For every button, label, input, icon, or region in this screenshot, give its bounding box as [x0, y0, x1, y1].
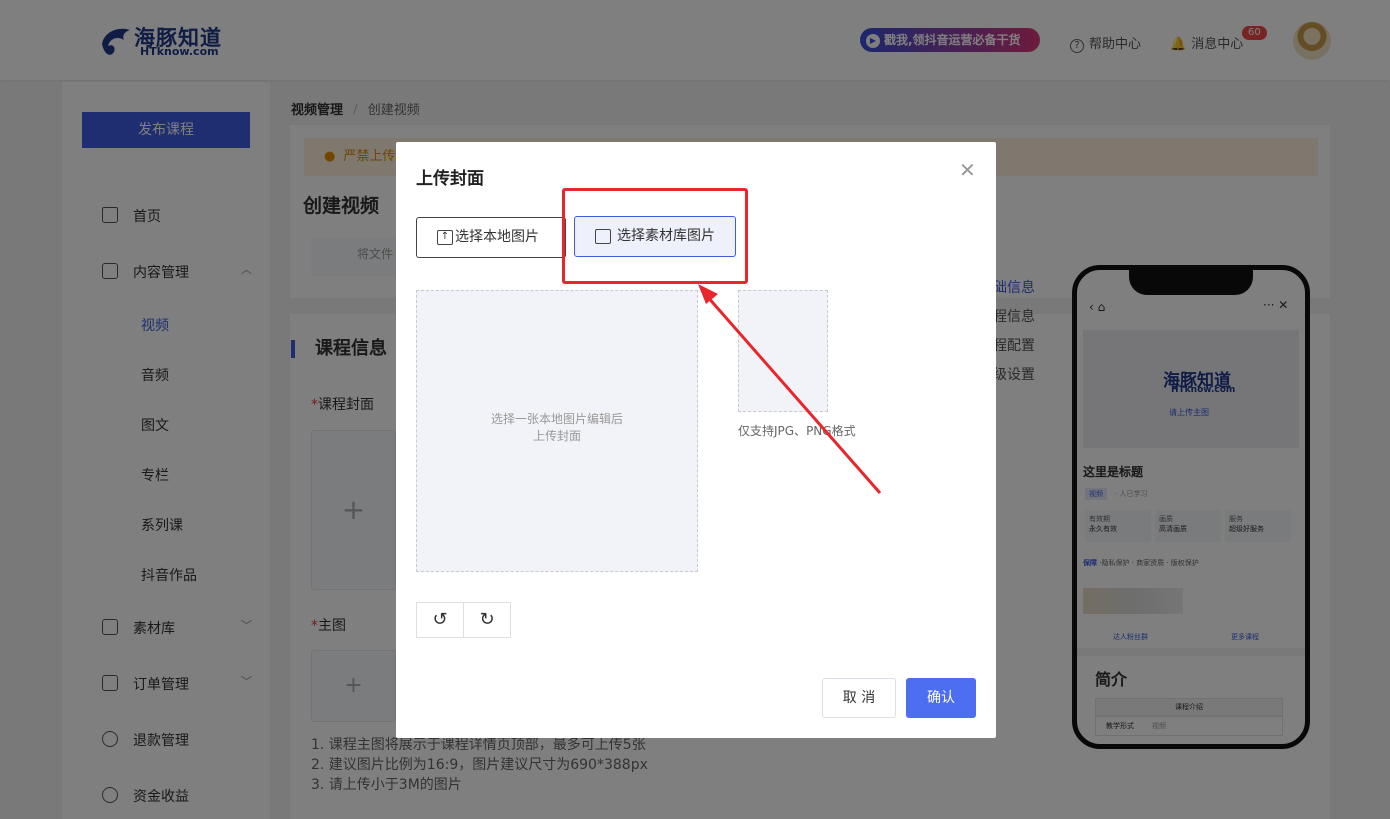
annotation-arrow-icon — [698, 284, 882, 494]
